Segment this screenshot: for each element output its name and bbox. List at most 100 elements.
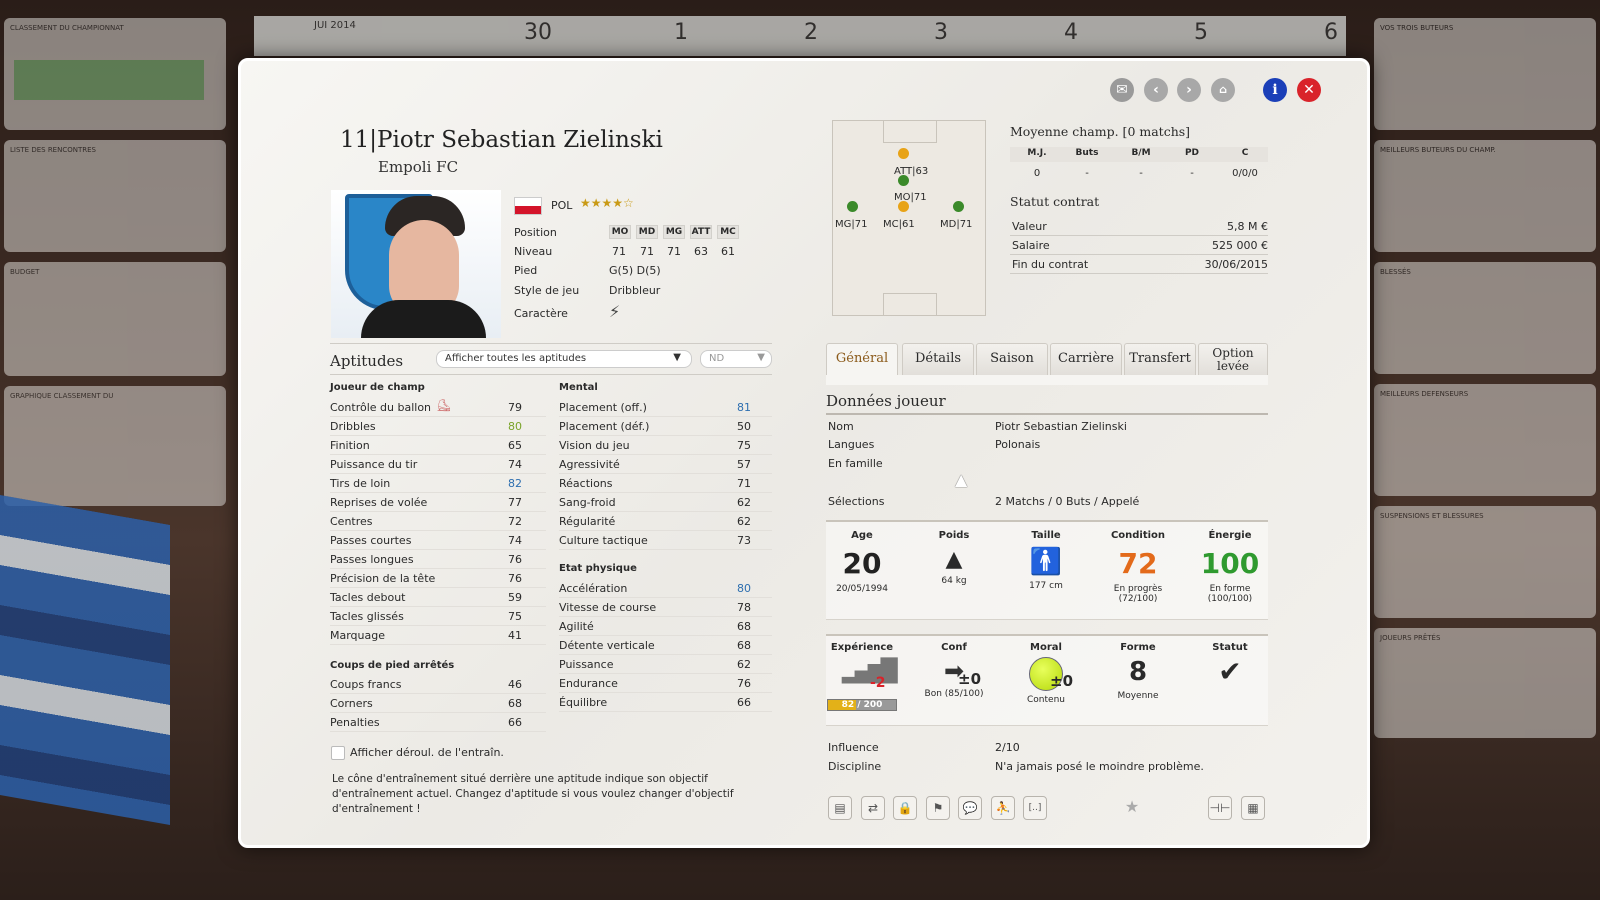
attribute-row: Placement (déf.) 50: [559, 417, 772, 436]
niveau-value: 71: [612, 245, 626, 258]
show-training-checkbox[interactable]: [331, 746, 345, 760]
aptitude-filter-select[interactable]: Afficher toutes les aptitudes ▼: [436, 350, 692, 368]
stat-sub: Contenu: [1027, 695, 1065, 705]
attribute-row: Réactions 71: [559, 474, 772, 493]
attribute-value: 66: [508, 716, 522, 729]
form-stat-4: Statut ✔: [1190, 642, 1270, 688]
previous-player-button[interactable]: ‹: [1144, 78, 1168, 102]
close-button[interactable]: ✕: [1297, 78, 1321, 102]
nd-select[interactable]: ND ▼: [700, 350, 772, 368]
contract-label: Valeur: [1012, 220, 1047, 233]
bg-panel-right: SUSPENSIONS ET BLESSURES: [1374, 506, 1596, 618]
divider: [330, 343, 772, 344]
attribute-name: Placement (off.): [559, 401, 647, 414]
stat-4: Énergie 100 En forme (100/100): [1190, 530, 1270, 604]
data-value: 2 Matchs / 0 Buts / Appelé: [995, 495, 1140, 508]
attribute-row: Reprises de volée 77: [330, 493, 546, 512]
bg-panel-fixtures: LISTE DES RENCONTRES: [4, 140, 226, 252]
attribute-name: Tirs de loin: [330, 477, 391, 490]
attribute-row: Placement (off.) 81: [559, 398, 772, 417]
fitness-icon[interactable]: ⊣⊢: [1208, 796, 1232, 820]
stat-header: Forme: [1120, 642, 1156, 653]
stat-big: 20: [842, 547, 882, 580]
attribute-value: 65: [508, 439, 522, 452]
attribute-value: 41: [508, 629, 522, 642]
style-label: Style de jeu: [514, 284, 580, 297]
chat-icon[interactable]: 💬: [958, 796, 982, 820]
cal-day-num: 2: [804, 20, 818, 45]
lock-icon[interactable]: 🔒: [893, 796, 917, 820]
niveau-value: 61: [721, 245, 735, 258]
tab-1[interactable]: Détails: [902, 343, 974, 375]
attribute-name: Penalties: [330, 716, 380, 729]
team-icon[interactable]: ⚑: [926, 796, 950, 820]
attribute-row: Vision du jeu 75: [559, 436, 772, 455]
attribute-name: Dribbles: [330, 420, 376, 433]
show-training-label: Afficher déroul. de l'entraîn.: [350, 746, 504, 759]
stat-sub: Bon (85/100): [924, 689, 984, 699]
home-icon[interactable]: ⌂: [1211, 78, 1235, 102]
position-dot: [898, 201, 909, 212]
bg-panel-right: JOUEURS PRÊTÉS: [1374, 628, 1596, 738]
club-name: Empoli FC: [378, 158, 459, 176]
attribute-name: Agilité: [559, 620, 594, 633]
tactics-icon[interactable]: [..]: [1023, 796, 1047, 820]
contract-label: Salaire: [1012, 239, 1050, 252]
mental-title: Mental: [559, 382, 598, 393]
experience-bar: 82 / 200: [827, 699, 897, 711]
attribute-row: Corners 68: [330, 694, 546, 713]
cal-day-num: 3: [934, 20, 948, 45]
stat-header: Conf: [941, 642, 967, 653]
position-header: MC: [717, 225, 739, 239]
stat-sub: En progrès (72/100): [1113, 584, 1163, 604]
donnees-title: Données joueur: [826, 392, 946, 410]
data-value: Polonais: [995, 438, 1041, 451]
attribute-row: Tacles debout 59: [330, 588, 546, 607]
mail-button[interactable]: ✉: [1110, 78, 1134, 102]
attribute-row: Passes courtes 74: [330, 531, 546, 550]
stat-header: Age: [851, 530, 873, 541]
tab-5[interactable]: Option levée: [1198, 343, 1268, 375]
position-label: MO|71: [894, 192, 927, 203]
training-icon[interactable]: ⛹: [991, 796, 1015, 820]
bg-panel-standings: CLASSEMENT DU CHAMPIONNAT: [4, 18, 226, 130]
joueur-title: Joueur de champ: [330, 382, 425, 393]
cal-day-num: 30: [524, 20, 552, 45]
attribute-name: Détente verticale: [559, 639, 655, 652]
attribute-value: 68: [508, 697, 522, 710]
swap-icon[interactable]: ⇄: [861, 796, 885, 820]
chevron-down-icon: ▼: [673, 352, 681, 363]
position-dot: [898, 148, 909, 159]
attribute-name: Agressivité: [559, 458, 620, 471]
tab-4[interactable]: Transfert: [1124, 343, 1196, 375]
attribute-name: Précision de la tête: [330, 572, 436, 585]
info-button[interactable]: i: [1263, 78, 1287, 102]
mouse-cursor-icon: ▲: [955, 470, 968, 489]
star-icon[interactable]: ★: [1120, 796, 1144, 820]
stat-big: 100: [1200, 547, 1260, 580]
next-player-button[interactable]: ›: [1177, 78, 1201, 102]
rating-stars-icon: ★★★★☆: [580, 196, 634, 210]
attribute-row: Puissance 62: [559, 655, 772, 674]
nationality-code: POL: [551, 199, 573, 212]
attribute-row: Dribbles 80: [330, 417, 546, 436]
data-label: Langues: [828, 438, 875, 451]
attribute-name: Corners: [330, 697, 373, 710]
experience-icon: ▂▄▆█ -2: [822, 657, 902, 697]
bg-panel-title: SUSPENSIONS ET BLESSURES: [1380, 512, 1484, 520]
moyenne-value: -: [1085, 168, 1089, 179]
bg-panel-title: BLESSÉS: [1380, 268, 1411, 276]
niveau-value: 71: [667, 245, 681, 258]
bg-panel-right: VOS TROIS BUTEURS: [1374, 18, 1596, 130]
document-icon[interactable]: ▤: [828, 796, 852, 820]
bg-panel-title: BUDGET: [10, 268, 40, 276]
calendar-icon[interactable]: ▦: [1241, 796, 1265, 820]
tab-0[interactable]: Général: [826, 343, 898, 375]
tab-3[interactable]: Carrière: [1050, 343, 1122, 375]
divider: [330, 374, 772, 375]
tab-2[interactable]: Saison: [976, 343, 1048, 375]
divider: [826, 413, 1268, 415]
moral-delta: ±0: [1050, 672, 1074, 690]
position-header: MD: [636, 225, 658, 239]
attribute-name: Reprises de volée: [330, 496, 428, 509]
